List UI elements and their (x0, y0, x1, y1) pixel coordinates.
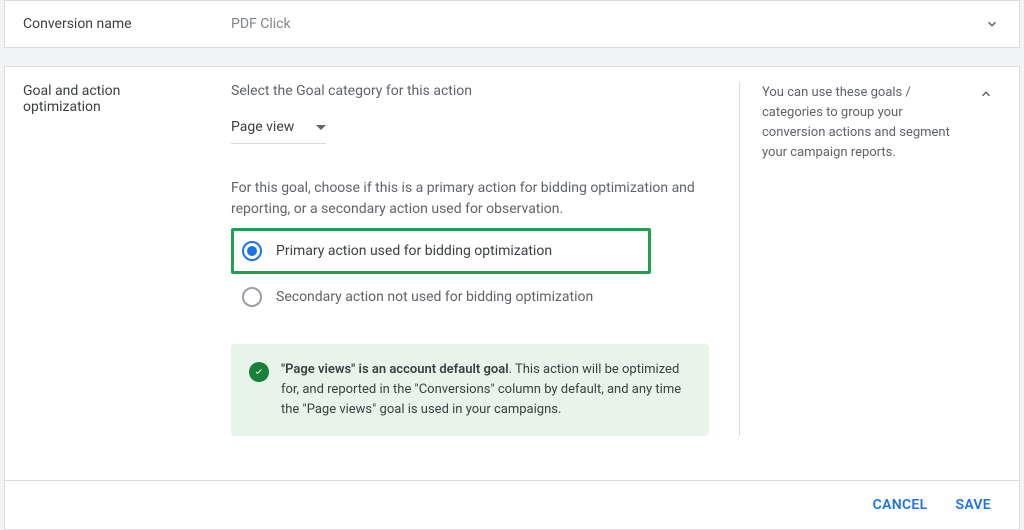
radio-secondary-action[interactable]: Secondary action not used for bidding op… (231, 274, 709, 320)
default-goal-notice: "Page views" is an account default goal.… (231, 344, 709, 436)
goal-optimization-card: Goal and action optimization Select the … (4, 66, 1020, 530)
radio-icon (242, 241, 262, 261)
goal-category-select[interactable]: Page view (231, 115, 326, 144)
save-button[interactable]: SAVE (955, 497, 991, 513)
conversion-name-value: PDF Click (231, 16, 983, 32)
chevron-up-icon[interactable] (977, 85, 995, 103)
goal-optimization-aside: You can use these goals / categories to … (739, 83, 971, 436)
action-type-radio-group: Primary action used for bidding optimiza… (231, 228, 709, 320)
conversion-name-label: Conversion name (23, 16, 231, 32)
goal-optimization-label: Goal and action optimization (23, 83, 231, 436)
chevron-down-icon[interactable] (983, 15, 1001, 33)
action-button-bar: CANCEL SAVE (5, 480, 1019, 529)
check-circle-icon (249, 362, 269, 382)
goal-category-prompt: Select the Goal category for this action (231, 83, 709, 99)
radio-icon (242, 287, 262, 307)
goal-category-value: Page view (231, 119, 294, 135)
radio-primary-label: Primary action used for bidding optimiza… (276, 243, 552, 259)
radio-primary-action[interactable]: Primary action used for bidding optimiza… (231, 228, 651, 274)
dropdown-arrow-icon (316, 125, 326, 130)
default-goal-notice-text: "Page views" is an account default goal.… (281, 360, 691, 420)
action-type-helper: For this goal, choose if this is a prima… (231, 178, 709, 220)
cancel-button[interactable]: CANCEL (873, 497, 928, 513)
conversion-name-card[interactable]: Conversion name PDF Click (4, 0, 1020, 48)
radio-secondary-label: Secondary action not used for bidding op… (276, 289, 593, 305)
